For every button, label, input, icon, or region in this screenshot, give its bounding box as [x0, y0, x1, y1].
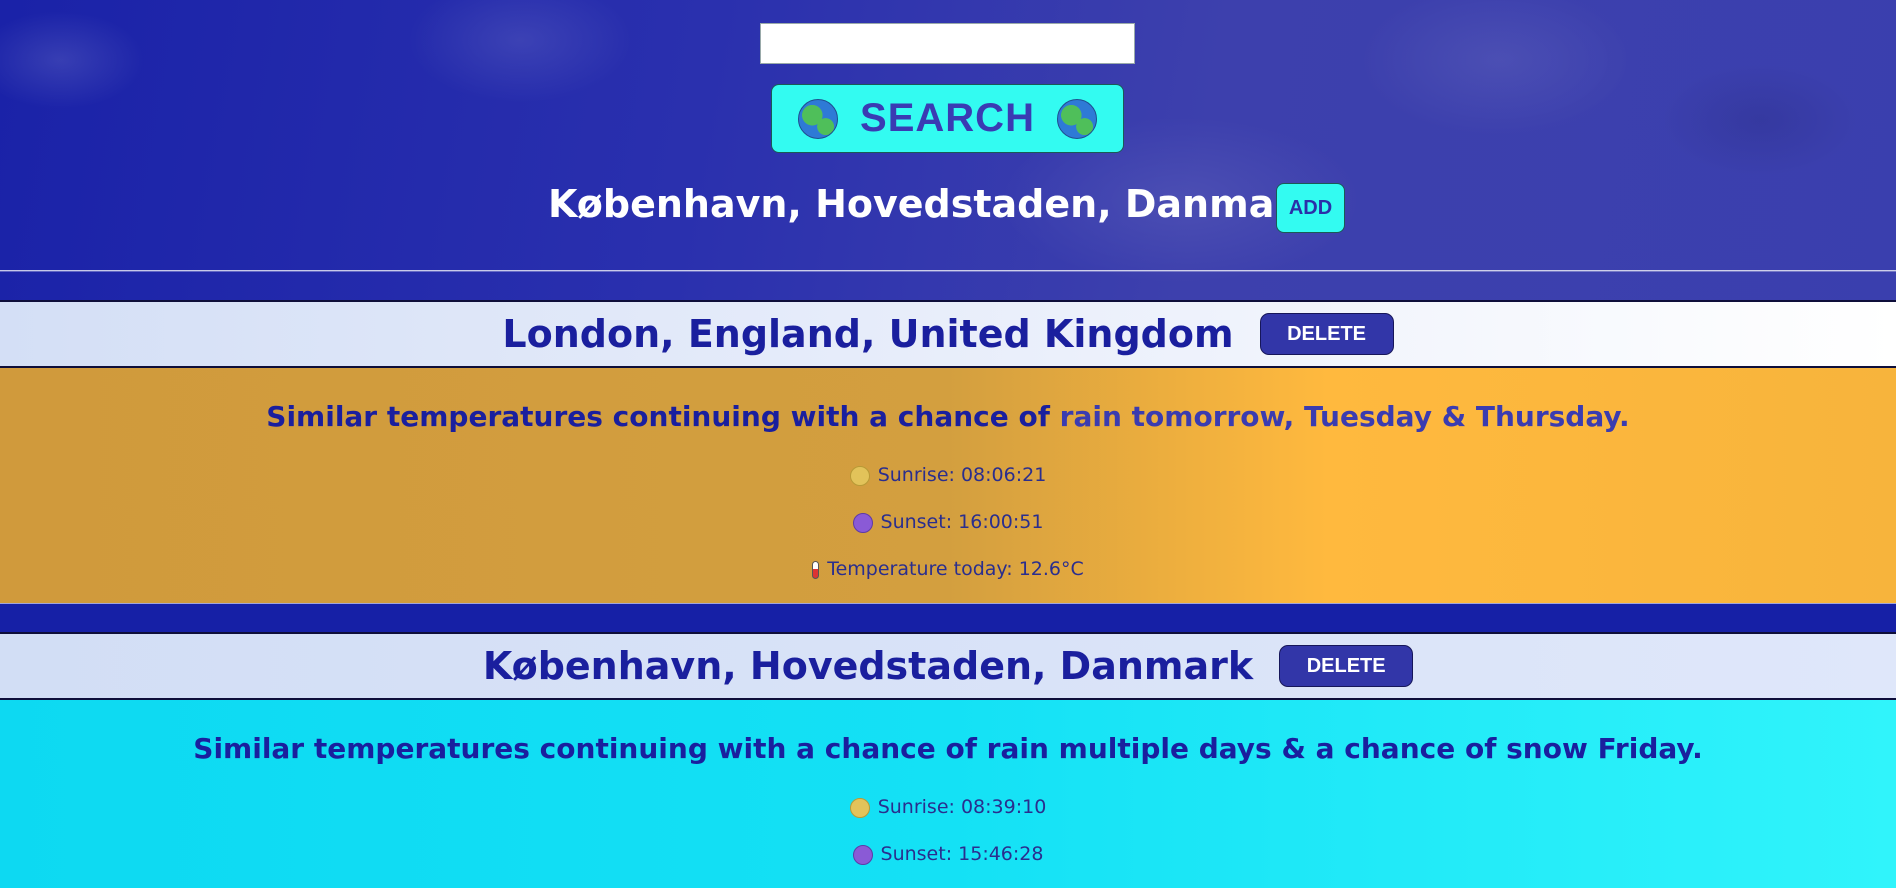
moon-face-icon [852, 512, 873, 533]
globe-icon [798, 98, 839, 139]
sunrise-text: Sunrise: 08:06:21 [877, 464, 1047, 486]
city-name: London, England, United Kingdom [502, 312, 1234, 356]
forecast-highlight: rain tomorrow, Tuesday & Thursday. [1059, 400, 1630, 433]
forecast-prefix: Similar temperatures continuing with a c… [266, 400, 1060, 433]
city-card-header: København, Hovedstaden, Danmark DELETE [0, 632, 1896, 700]
delete-button[interactable]: DELETE [1259, 313, 1394, 355]
globe-icon [1056, 98, 1097, 139]
divider [0, 270, 1896, 272]
city-card-body: Similar temperatures continuing with a c… [0, 700, 1896, 888]
search-button-label: SEARCH [860, 96, 1035, 140]
temperature-text: Temperature today: 12.6°C [827, 558, 1084, 580]
city-card-header: London, England, United Kingdom DELETE [0, 300, 1896, 368]
sunset-text: Sunset: 15:46:28 [880, 843, 1044, 865]
sunset-line: Sunset: 16:00:51 [0, 511, 1896, 533]
current-location-title: København, Hovedstaden, Danmark [548, 182, 1319, 226]
city-card-body: Similar temperatures continuing with a c… [0, 368, 1896, 603]
sunset-line: Sunset: 15:46:28 [0, 843, 1896, 865]
search-button[interactable]: SEARCH [771, 84, 1124, 153]
sunrise-text: Sunrise: 08:39:10 [877, 796, 1047, 818]
sun-face-icon [849, 797, 870, 818]
city-name: København, Hovedstaden, Danmark [482, 644, 1254, 688]
thermometer-icon [812, 560, 820, 579]
sunset-text: Sunset: 16:00:51 [880, 511, 1044, 533]
sunrise-line: Sunrise: 08:39:10 [0, 796, 1896, 818]
sun-face-icon [849, 465, 870, 486]
search-input[interactable] [760, 23, 1135, 64]
moon-face-icon [852, 844, 873, 865]
card-spacer [0, 603, 1896, 633]
search-header: SEARCH København, Hovedstaden, Danmark A… [0, 0, 1896, 272]
forecast-text: Similar temperatures continuing with a c… [193, 732, 1703, 765]
temperature-line: Temperature today: 12.6°C [0, 558, 1896, 580]
forecast-text: Similar temperatures continuing with a c… [0, 400, 1896, 433]
sunrise-line: Sunrise: 08:06:21 [0, 464, 1896, 486]
delete-button[interactable]: DELETE [1279, 645, 1414, 687]
add-button[interactable]: ADD [1276, 183, 1345, 233]
